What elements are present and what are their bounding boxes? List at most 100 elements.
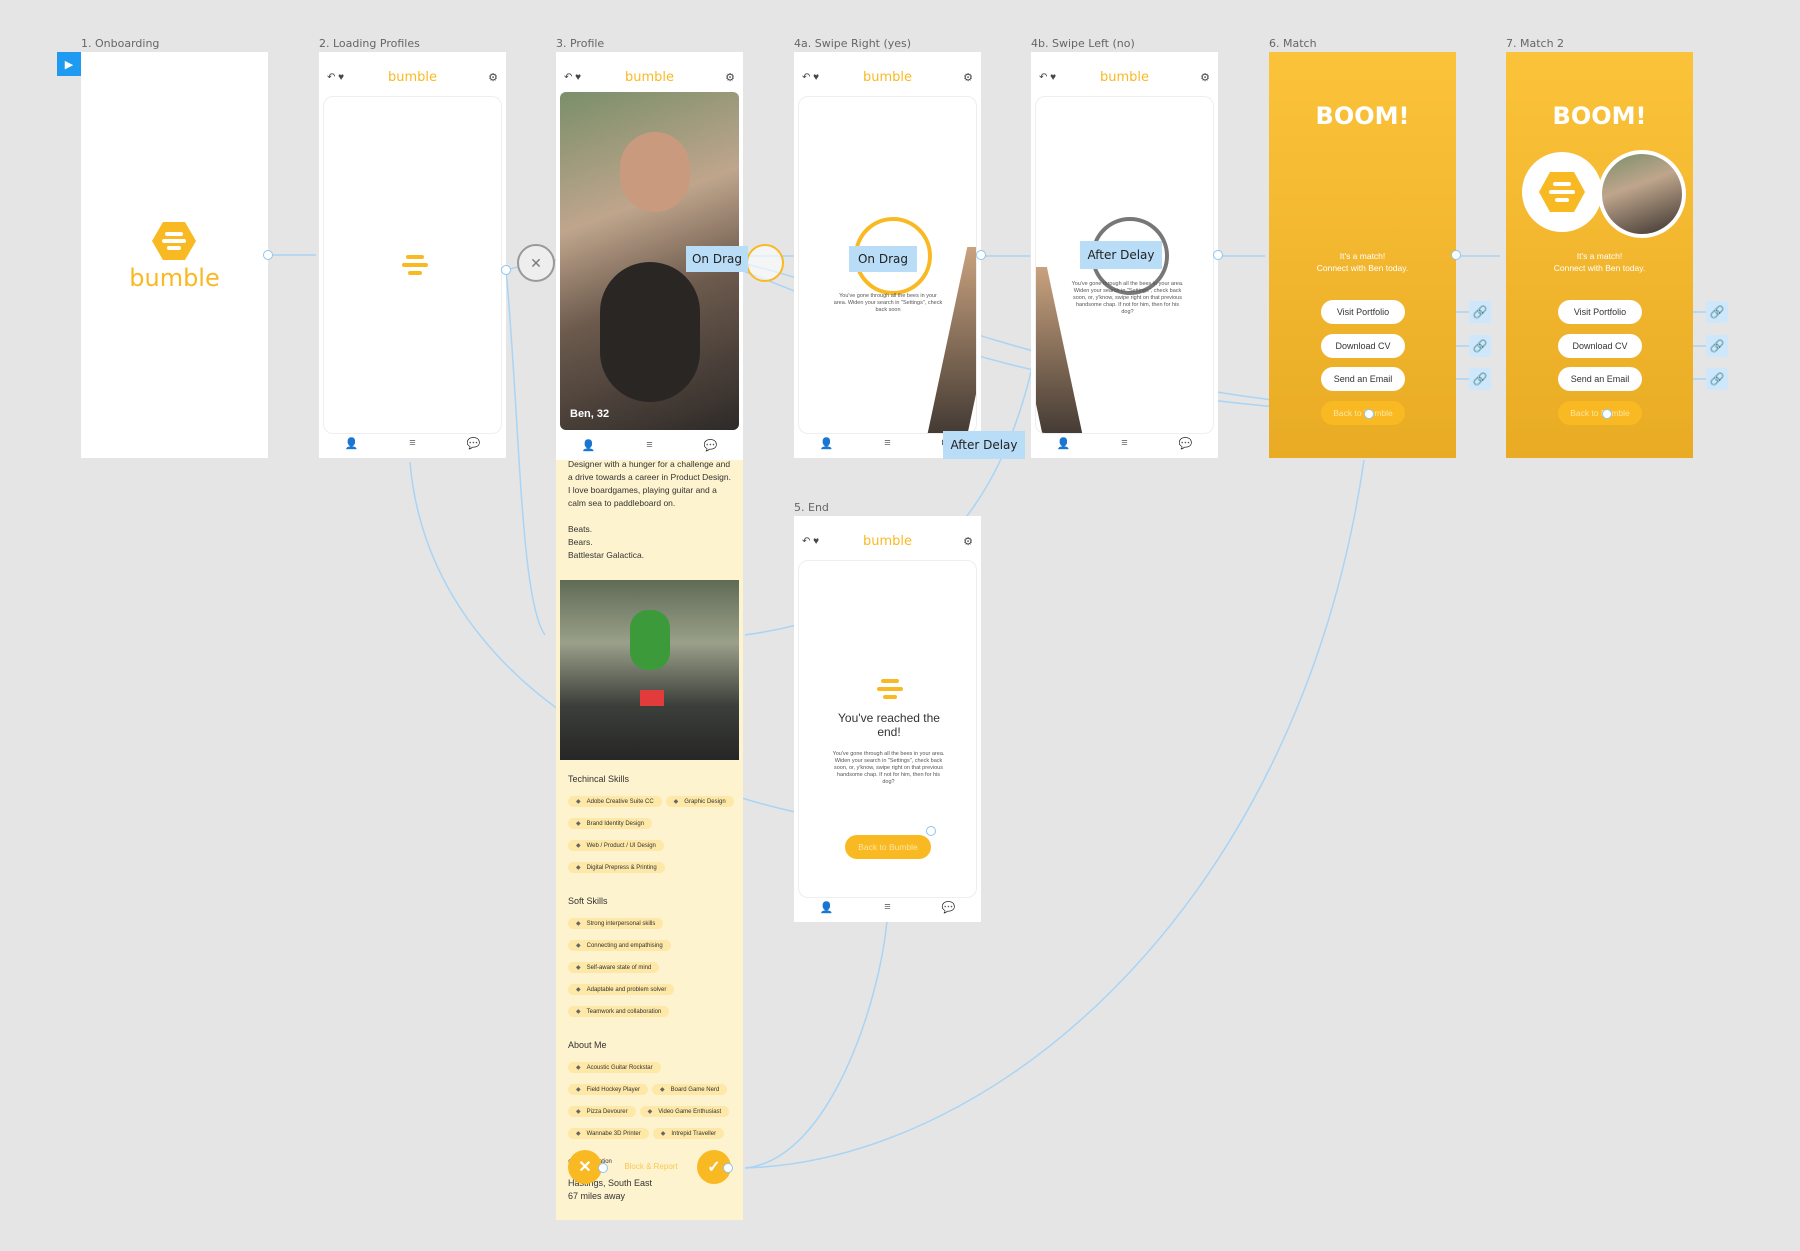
soft-skills-list: ◆ Strong interpersonal skills ◆ Connecting … bbox=[568, 912, 738, 1022]
skill-icon: ◆ bbox=[673, 799, 679, 805]
link-icon[interactable]: 🔗 bbox=[1706, 301, 1728, 323]
loading-profiles-frame[interactable]: ↶ ♥ bumble ⚙ 👤 ≡ 💬 bbox=[319, 52, 506, 458]
bottom-nav: 👤 ≡ 💬 bbox=[556, 430, 743, 460]
profile-tab-icon[interactable]: 👤 bbox=[820, 437, 834, 450]
bumble-wordmark: bumble bbox=[129, 264, 220, 292]
connector-dot bbox=[723, 1163, 733, 1173]
face-shape bbox=[620, 132, 690, 212]
profile-tab-icon[interactable]: 👤 bbox=[1057, 437, 1071, 450]
connector-dot bbox=[501, 265, 511, 275]
profile-tab-icon[interactable]: 👤 bbox=[820, 901, 834, 914]
chat-tab-icon[interactable]: 💬 bbox=[1179, 437, 1193, 450]
skill-tag-label: Web / Product / UI Design bbox=[586, 842, 656, 849]
frame-label-match-2: 7. Match 2 bbox=[1506, 37, 1565, 50]
profile-tab-icon[interactable]: 👤 bbox=[345, 437, 359, 450]
top-bar: ↶ ♥ bumble ⚙ bbox=[556, 52, 743, 96]
link-icon[interactable]: 🔗 bbox=[1469, 335, 1491, 357]
end-title: You've reached the end! bbox=[838, 711, 940, 739]
frame-label-onboarding: 1. Onboarding bbox=[81, 37, 160, 50]
filter-icon[interactable]: ⚙ bbox=[725, 71, 735, 84]
frame-label-swipe-right: 4a. Swipe Right (yes) bbox=[794, 37, 912, 50]
filter-icon[interactable]: ⚙ bbox=[1200, 71, 1210, 84]
end-body: You've gone through all the bees in your… bbox=[832, 751, 945, 785]
chat-tab-icon[interactable]: 💬 bbox=[704, 439, 718, 452]
back-to-bumble-button[interactable]: Back to Bumble bbox=[845, 835, 931, 859]
filter-icon[interactable]: ⚙ bbox=[963, 71, 973, 84]
skill-tag: ◆ Adaptable and problem solver bbox=[568, 984, 675, 995]
download-cv-button[interactable]: Download CV bbox=[1558, 334, 1642, 358]
profile-card-placeholder bbox=[323, 96, 502, 434]
onboarding-frame[interactable]: bumble bbox=[81, 52, 268, 458]
skill-tag: ◆ Board Game Nerd bbox=[651, 1084, 728, 1095]
swipe-tab-icon[interactable]: ≡ bbox=[409, 437, 415, 449]
skill-tag: ◆ Wannabe 3D Printer bbox=[568, 1128, 649, 1139]
skill-tag-label: Strong interpersonal skills bbox=[586, 920, 656, 927]
frame-label-loading: 2. Loading Profiles bbox=[319, 37, 420, 50]
visit-portfolio-button[interactable]: Visit Portfolio bbox=[1558, 300, 1642, 324]
send-email-button[interactable]: Send an Email bbox=[1321, 367, 1405, 391]
swipe-tab-icon[interactable]: ≡ bbox=[884, 901, 890, 913]
skill-tag: ◆ Strong interpersonal skills bbox=[568, 918, 664, 929]
connector-dot bbox=[976, 250, 986, 260]
skill-tag-label: Adaptable and problem solver bbox=[586, 986, 667, 993]
brand-title: bumble bbox=[624, 70, 675, 85]
link-icon[interactable]: 🔗 bbox=[1706, 368, 1728, 390]
swipe-text: You've gone through all the bees in your… bbox=[1071, 281, 1184, 315]
download-cv-button[interactable]: Download CV bbox=[1321, 334, 1405, 358]
ben-avatar bbox=[1598, 150, 1686, 238]
reject-button[interactable]: ✕ bbox=[568, 1150, 602, 1184]
play-prototype-button[interactable]: ▶ bbox=[57, 52, 81, 76]
skill-icon: ◆ bbox=[576, 1009, 581, 1015]
match-line-2: Connect with Ben today. bbox=[1316, 263, 1409, 273]
skill-icon: ◆ bbox=[576, 965, 581, 971]
profile-name-age: Ben, 32 bbox=[570, 408, 610, 420]
skill-icon: ◆ bbox=[576, 1087, 581, 1093]
swipe-tab-icon[interactable]: ≡ bbox=[646, 439, 652, 451]
on-drag-trigger-label[interactable]: On Drag bbox=[849, 246, 917, 272]
license-plate-shape bbox=[640, 690, 664, 706]
chat-tab-icon[interactable]: 💬 bbox=[467, 437, 481, 450]
skill-tag: ◆ Acoustic Guitar Rockstar bbox=[568, 1062, 661, 1073]
skill-tag: ◆ Field Hockey Player bbox=[568, 1084, 648, 1095]
skill-icon: ◆ bbox=[647, 1109, 653, 1115]
back-to-bumble-button[interactable]: Back to Bumble bbox=[1321, 401, 1405, 425]
profile-frame[interactable]: ↶ ♥ bumble ⚙ Ben, 32 👤 ≡ 💬 Designer with… bbox=[556, 52, 743, 1220]
match-line-2: Connect with Ben today. bbox=[1553, 263, 1646, 273]
block-report-link[interactable]: Block & Report bbox=[606, 1162, 696, 1171]
about-me-title: About Me bbox=[568, 1040, 607, 1050]
tech-skills-list: ◆ Adobe Creative Suite CC ◆ Graphic Design ◆… bbox=[568, 790, 738, 878]
swipe-tab-icon[interactable]: ≡ bbox=[884, 437, 890, 449]
filter-icon[interactable]: ⚙ bbox=[963, 535, 973, 548]
link-icon[interactable]: 🔗 bbox=[1469, 301, 1491, 323]
on-drag-trigger-label[interactable]: On Drag bbox=[686, 246, 748, 272]
match-frame[interactable]: BOOM! It's a match! Connect with Ben tod… bbox=[1269, 52, 1456, 458]
soft-skills-title: Soft Skills bbox=[568, 896, 608, 906]
boom-title: BOOM! bbox=[1315, 102, 1410, 130]
link-icon[interactable]: 🔗 bbox=[1706, 335, 1728, 357]
connector-dot bbox=[926, 826, 936, 836]
bumble-avatar bbox=[1522, 152, 1602, 232]
swipe-tab-icon[interactable]: ≡ bbox=[1121, 437, 1127, 449]
send-email-button[interactable]: Send an Email bbox=[1558, 367, 1642, 391]
go-kart-photo[interactable] bbox=[560, 580, 739, 760]
match-2-frame[interactable]: BOOM! It's a match! Connect with Ben tod… bbox=[1506, 52, 1693, 458]
chat-tab-icon[interactable]: 💬 bbox=[942, 901, 956, 914]
filter-icon[interactable]: ⚙ bbox=[488, 71, 498, 84]
brand-title: bumble bbox=[862, 70, 913, 85]
link-icon[interactable]: 🔗 bbox=[1469, 368, 1491, 390]
visit-portfolio-button[interactable]: Visit Portfolio bbox=[1321, 300, 1405, 324]
match-message: It's a match! Connect with Ben today. bbox=[1506, 250, 1693, 274]
skill-tag-label: Adobe Creative Suite CC bbox=[586, 798, 654, 805]
skills-section: Techincal Skills ◆ Adobe Creative Suite C… bbox=[568, 764, 738, 1203]
after-delay-trigger-label[interactable]: After Delay bbox=[1080, 241, 1162, 269]
bottom-nav: 👤 ≡ 💬 bbox=[1031, 428, 1218, 458]
after-delay-trigger-label[interactable]: After Delay bbox=[943, 431, 1025, 459]
back-to-bumble-button[interactable]: Back to Bumble bbox=[1558, 401, 1642, 425]
end-frame[interactable]: ↶ ♥ bumble ⚙ You've reached the end! You… bbox=[794, 516, 981, 922]
profile-tab-icon[interactable]: 👤 bbox=[582, 439, 596, 452]
skill-icon: ◆ bbox=[576, 1131, 581, 1137]
skill-tag-label: Digital Prepress & Printing bbox=[586, 864, 657, 871]
connector-dot bbox=[1451, 250, 1461, 260]
dog-shape bbox=[600, 262, 700, 402]
skill-tag: ◆ Connecting and empathising bbox=[568, 940, 671, 951]
